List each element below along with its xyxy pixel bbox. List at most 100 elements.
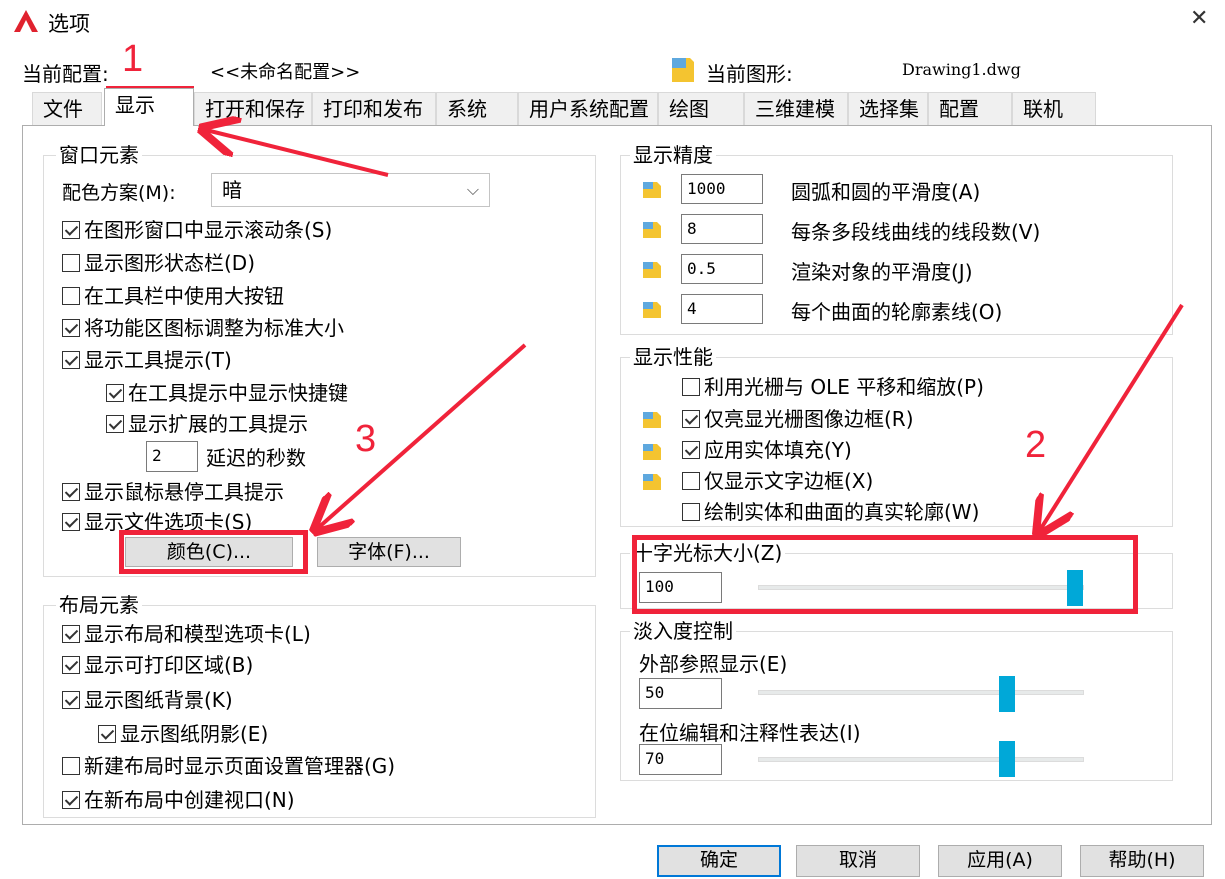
drawing-saved-icon xyxy=(643,474,661,490)
checkbox-label: 绘制实体和曲面的真实轮廓(W) xyxy=(704,500,980,524)
checkbox-box xyxy=(62,656,80,674)
tab-plot-publish[interactable]: 打印和发布 xyxy=(312,92,436,125)
extended-tooltips-checkbox[interactable]: 显示扩展的工具提示 xyxy=(106,412,308,436)
tab-files[interactable]: 文件 xyxy=(32,92,102,125)
tab-user-preferences[interactable]: 用户系统配置 xyxy=(518,92,658,125)
checkbox-box xyxy=(682,378,700,396)
ribbon-icons-standard-checkbox[interactable]: 将功能区图标调整为标准大小 xyxy=(62,316,344,340)
arc-smoothness-input[interactable]: 1000 xyxy=(681,174,763,204)
checkbox-label: 仅亮显光栅图像边框(R) xyxy=(704,407,914,431)
tab-profiles[interactable]: 配置 xyxy=(928,92,1012,125)
checkbox-box xyxy=(682,472,700,490)
ok-button[interactable]: 确定 xyxy=(657,845,781,877)
solid-fill-checkbox[interactable]: 应用实体填充(Y) xyxy=(682,438,852,462)
xref-display-label: 外部参照显示(E) xyxy=(639,652,788,676)
checkbox-box xyxy=(682,441,700,459)
window-elements-title: 窗口元素 xyxy=(56,144,142,166)
page-setup-manager-checkbox[interactable]: 新建布局时显示页面设置管理器(G) xyxy=(62,754,395,778)
app-logo-icon xyxy=(14,10,38,32)
checkbox-box xyxy=(106,415,124,433)
drawing-saved-icon xyxy=(643,412,661,428)
checkbox-label: 应用实体填充(Y) xyxy=(704,438,852,462)
rollover-tooltips-checkbox[interactable]: 显示鼠标悬停工具提示 xyxy=(62,480,284,504)
paper-background-checkbox[interactable]: 显示图纸背景(K) xyxy=(62,688,233,712)
checkbox-label: 仅显示文字边框(X) xyxy=(704,469,874,493)
inplace-fade-input[interactable]: 70 xyxy=(639,744,722,775)
checkbox-box xyxy=(62,691,80,709)
current-profile-label: 当前配置: xyxy=(22,62,109,86)
xref-slider-track[interactable] xyxy=(758,690,1084,695)
current-drawing-value: Drawing1.dwg xyxy=(902,60,1021,79)
tab-open-save[interactable]: 打开和保存 xyxy=(194,92,312,125)
polyline-segments-input[interactable]: 8 xyxy=(681,214,763,244)
annotation-box-colors xyxy=(119,530,308,574)
drawing-saved-icon xyxy=(643,444,661,460)
true-silhouettes-checkbox[interactable]: 绘制实体和曲面的真实轮廓(W) xyxy=(682,500,979,524)
create-viewport-checkbox[interactable]: 在新布局中创建视口(N) xyxy=(62,788,295,812)
help-button[interactable]: 帮助(H) xyxy=(1080,845,1204,877)
xref-slider-thumb[interactable] xyxy=(999,676,1015,712)
display-performance-title: 显示性能 xyxy=(630,346,716,368)
show-scrollbars-checkbox[interactable]: 在图形窗口中显示滚动条(S) xyxy=(62,218,332,242)
checkbox-label: 显示鼠标悬停工具提示 xyxy=(84,480,284,504)
paper-shadow-checkbox[interactable]: 显示图纸阴影(E) xyxy=(98,722,268,746)
cancel-button[interactable]: 取消 xyxy=(796,845,920,877)
checkbox-label: 将功能区图标调整为标准大小 xyxy=(84,316,344,340)
tooltip-delay-input[interactable]: 2 xyxy=(146,441,198,472)
apply-button[interactable]: 应用(A) xyxy=(938,845,1062,877)
checkbox-label: 显示可打印区域(B) xyxy=(84,653,254,677)
window-title: 选项 xyxy=(48,12,90,36)
show-tooltips-checkbox[interactable]: 显示工具提示(T) xyxy=(62,348,232,372)
contour-lines-input[interactable]: 4 xyxy=(681,294,763,324)
tab-3d-modeling[interactable]: 三维建模 xyxy=(744,92,848,125)
tab-display[interactable]: 显示 xyxy=(104,88,194,126)
checkbox-label: 显示工具提示(T) xyxy=(84,348,232,372)
checkbox-box xyxy=(62,757,80,775)
inplace-edit-label: 在位编辑和注释性表达(I) xyxy=(639,721,861,745)
checkbox-label: 显示图纸背景(K) xyxy=(84,688,233,712)
layout-model-tabs-checkbox[interactable]: 显示布局和模型选项卡(L) xyxy=(62,622,311,646)
checkbox-label: 显示布局和模型选项卡(L) xyxy=(84,622,311,646)
render-smoothness-input[interactable]: 0.5 xyxy=(681,254,763,284)
annotation-number-2: 2 xyxy=(1025,424,1047,466)
inplace-slider-track[interactable] xyxy=(758,757,1084,762)
fonts-button[interactable]: 字体(F)... xyxy=(317,537,461,567)
checkbox-box xyxy=(62,513,80,531)
current-drawing-label: 当前图形: xyxy=(706,62,793,86)
color-scheme-select[interactable]: 暗 ⌵ xyxy=(211,173,490,207)
raster-ole-pan-checkbox[interactable]: 利用光栅与 OLE 平移和缩放(P) xyxy=(682,375,984,399)
checkbox-label: 新建布局时显示页面设置管理器(G) xyxy=(84,754,396,778)
checkbox-box xyxy=(98,725,116,743)
large-buttons-checkbox[interactable]: 在工具栏中使用大按钮 xyxy=(62,284,284,308)
render-smoothness-label: 渲染对象的平滑度(J) xyxy=(791,260,973,284)
drawing-file-icon xyxy=(672,58,694,82)
checkbox-box xyxy=(62,319,80,337)
fade-control-title: 淡入度控制 xyxy=(630,620,736,642)
tab-system[interactable]: 系统 xyxy=(436,92,518,125)
xref-fade-input[interactable]: 50 xyxy=(639,678,722,709)
checkbox-box xyxy=(62,791,80,809)
annotation-number-1: 1 xyxy=(122,38,144,80)
polyline-segments-label: 每条多段线曲线的线段数(V) xyxy=(791,220,1041,244)
tab-online[interactable]: 联机 xyxy=(1012,92,1096,125)
checkbox-box xyxy=(106,384,124,402)
current-profile-value: <<未命名配置>> xyxy=(210,62,361,83)
show-status-bar-checkbox[interactable]: 显示图形状态栏(D) xyxy=(62,251,255,275)
color-scheme-value: 暗 xyxy=(222,178,242,202)
close-icon[interactable]: ✕ xyxy=(1190,6,1208,31)
printable-area-checkbox[interactable]: 显示可打印区域(B) xyxy=(62,653,253,677)
drawing-saved-icon xyxy=(643,182,661,198)
inplace-slider-thumb[interactable] xyxy=(999,741,1015,777)
tab-selection[interactable]: 选择集 xyxy=(848,92,928,125)
drawing-saved-icon xyxy=(643,262,661,278)
checkbox-label: 利用光栅与 OLE 平移和缩放(P) xyxy=(704,375,984,399)
tab-drafting[interactable]: 绘图 xyxy=(658,92,744,125)
annotation-box-crosshair xyxy=(632,535,1138,614)
arc-smoothness-label: 圆弧和圆的平滑度(A) xyxy=(791,180,981,204)
checkbox-box xyxy=(682,410,700,428)
text-boundary-checkbox[interactable]: 仅显示文字边框(X) xyxy=(682,469,873,493)
checkbox-box xyxy=(62,287,80,305)
tooltip-shortcut-checkbox[interactable]: 在工具提示中显示快捷键 xyxy=(106,381,348,405)
raster-frame-only-checkbox[interactable]: 仅亮显光栅图像边框(R) xyxy=(682,407,914,431)
checkbox-box xyxy=(62,625,80,643)
